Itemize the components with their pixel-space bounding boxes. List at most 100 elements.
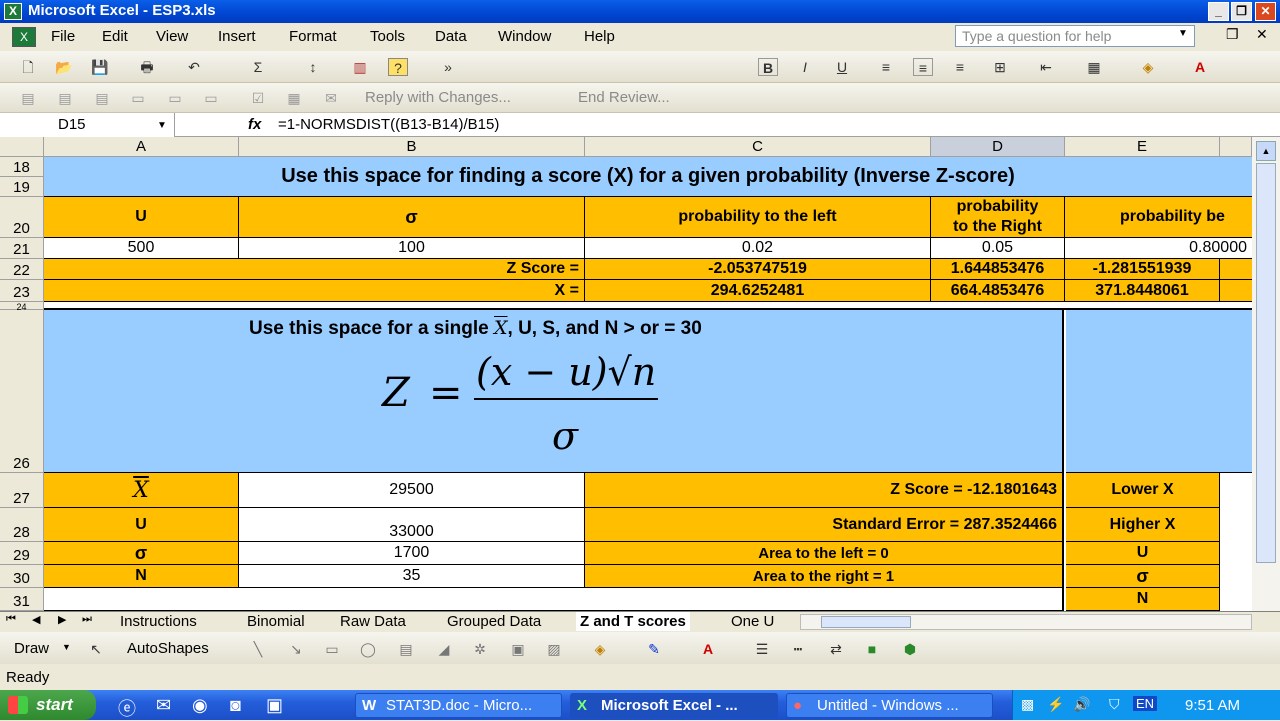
lower-x-label[interactable]: Lower X <box>1066 473 1220 508</box>
x-bar-label[interactable]: X <box>44 473 239 508</box>
cell-b21[interactable]: 100 <box>239 238 585 259</box>
insert-function-icon[interactable]: fx <box>248 116 261 133</box>
line-icon[interactable]: ╲ <box>248 640 268 658</box>
menu-help[interactable]: Help <box>584 28 615 45</box>
header-probability-left[interactable]: probability to the left <box>585 197 931 238</box>
next-comment-icon[interactable]: ▤ <box>92 89 112 107</box>
tab-binomial[interactable]: Binomial <box>243 612 309 631</box>
task-excel[interactable]: X Microsoft Excel - ... <box>570 693 778 718</box>
help-icon[interactable]: ? <box>388 58 408 76</box>
autoshapes-menu[interactable]: AutoShapes <box>127 640 209 657</box>
show-desktop-icon[interactable]: ▣ <box>266 695 283 716</box>
header-probability-right[interactable]: probability to the Right <box>931 197 1065 238</box>
italic-icon[interactable]: I <box>795 58 815 76</box>
cell-c23[interactable]: 294.6252481 <box>585 280 931 302</box>
underline-icon[interactable]: U <box>832 58 852 76</box>
decrease-indent-icon[interactable]: ⇤ <box>1036 58 1056 76</box>
row-header-31[interactable]: 31 <box>0 588 44 611</box>
track-changes-icon[interactable]: ☑ <box>248 89 268 107</box>
autosum-icon[interactable]: Σ <box>248 58 268 76</box>
delete-comment-icon[interactable]: ▭ <box>201 89 221 107</box>
cell-e21[interactable]: 0.80000 <box>1065 238 1252 259</box>
chevron-down-icon[interactable]: ▼ <box>62 642 71 652</box>
draw-menu[interactable]: Draw <box>14 640 49 657</box>
column-header-e[interactable]: E <box>1065 137 1220 157</box>
task-paint[interactable]: ● Untitled - Windows ... <box>786 693 993 718</box>
cell-e29[interactable]: U <box>1066 542 1220 565</box>
open-icon[interactable]: 📂 <box>54 58 74 76</box>
row-header-20[interactable]: 20 <box>0 197 44 238</box>
menu-file[interactable]: File <box>51 28 75 45</box>
clipart-icon[interactable]: ▣ <box>508 640 528 658</box>
row-31-empty[interactable] <box>44 588 1064 611</box>
line-style-icon[interactable]: ☰ <box>752 640 772 658</box>
ie-icon[interactable]: ⓔ <box>118 695 136 721</box>
dash-style-icon[interactable]: ┅ <box>788 640 808 658</box>
cell-d23[interactable]: 664.4853476 <box>931 280 1065 302</box>
tab-grouped-data[interactable]: Grouped Data <box>443 612 545 631</box>
vertical-scrollbar[interactable]: ▲ <box>1252 137 1280 611</box>
show-comment-icon[interactable]: ▭ <box>128 89 148 107</box>
row-header-19[interactable]: 19 <box>0 177 44 197</box>
z-score-label[interactable]: Z Score = <box>44 259 585 280</box>
first-sheet-icon[interactable]: ⏮ <box>6 613 16 626</box>
chart-wizard-icon[interactable]: ▥ <box>350 58 370 76</box>
row-header-24[interactable]: 24 <box>0 302 44 312</box>
prev-comment-icon[interactable]: ▤ <box>55 89 75 107</box>
tab-one-u[interactable]: One U <box>727 612 778 631</box>
next-sheet-icon[interactable]: ▶ <box>58 613 66 626</box>
textbox-icon[interactable]: ▤ <box>396 640 416 658</box>
cell-d22[interactable]: 1.644853476 <box>931 259 1065 280</box>
restore-workbook-icon[interactable]: ❐ <box>1226 26 1239 43</box>
close-workbook-icon[interactable]: ✕ <box>1256 26 1268 43</box>
shadow-icon[interactable]: ■ <box>862 640 882 658</box>
cell-a21[interactable]: 500 <box>44 238 239 259</box>
menu-edit[interactable]: Edit <box>102 28 128 45</box>
chevron-down-icon[interactable]: ▼ <box>1178 28 1188 39</box>
tab-z-and-t-scores[interactable]: Z and T scores <box>576 612 690 631</box>
menu-window[interactable]: Window <box>498 28 551 45</box>
column-header-f[interactable] <box>1220 137 1252 157</box>
sigma-label[interactable]: σ <box>44 542 239 565</box>
cell-b27[interactable]: 29500 <box>239 473 585 508</box>
menu-insert[interactable]: Insert <box>218 28 256 45</box>
minimize-button[interactable]: _ <box>1208 2 1229 21</box>
cell-c21[interactable]: 0.02 <box>585 238 931 259</box>
cell-e23[interactable]: 371.8448061 <box>1065 280 1220 302</box>
end-review-button[interactable]: End Review... <box>578 89 670 106</box>
row-header-27[interactable]: 27 <box>0 473 44 508</box>
x-label[interactable]: X = <box>44 280 585 302</box>
3d-icon[interactable]: ⬢ <box>900 640 920 658</box>
prev-sheet-icon[interactable]: ◀ <box>32 613 40 626</box>
column-header-c[interactable]: C <box>585 137 931 157</box>
horizontal-scroll-thumb[interactable] <box>821 616 911 628</box>
area-left-result[interactable]: Area to the left = 0 <box>585 542 1064 565</box>
arrow-style-icon[interactable]: ⇄ <box>826 640 846 658</box>
borders-icon[interactable]: ▦ <box>1084 58 1104 76</box>
row-header-21[interactable]: 21 <box>0 238 44 259</box>
workbook-icon[interactable]: X <box>12 27 36 47</box>
header-probability-between[interactable]: probability be <box>1065 197 1252 238</box>
row-header-26[interactable]: 26 <box>0 310 44 473</box>
inverse-z-title[interactable]: Use this space for finding a score (X) f… <box>44 157 1252 197</box>
reply-with-changes-button[interactable]: Reply with Changes... <box>365 89 511 106</box>
sort-icon[interactable]: ↕ <box>303 58 323 76</box>
formula-input[interactable]: =1-NORMSDIST((B13-B14)/B15) <box>278 116 499 133</box>
chevron-down-icon[interactable]: ▼ <box>157 120 167 131</box>
cell-e22[interactable]: -1.281551939 <box>1065 259 1220 280</box>
cell-b30[interactable]: 35 <box>239 565 585 588</box>
print-icon[interactable]: 🖶 <box>137 58 157 76</box>
standard-error-result[interactable]: Standard Error = 287.3524466 <box>585 508 1064 542</box>
fill-color-icon[interactable]: ◈ <box>1138 58 1158 76</box>
u-label[interactable]: U <box>44 508 239 542</box>
media-player-icon[interactable]: ◉ <box>192 695 208 716</box>
fill-color-icon[interactable]: ◈ <box>590 640 610 658</box>
oval-icon[interactable]: ◯ <box>358 640 378 658</box>
row-header-30[interactable]: 30 <box>0 565 44 588</box>
picture-icon[interactable]: ▨ <box>544 640 564 658</box>
tray-app-icon[interactable]: ▩ <box>1021 696 1034 713</box>
network-icon[interactable]: ⚡ <box>1047 696 1064 713</box>
outlook-icon[interactable]: ✉ <box>156 695 171 716</box>
close-button[interactable]: ✕ <box>1255 2 1276 21</box>
menu-data[interactable]: Data <box>435 28 467 45</box>
